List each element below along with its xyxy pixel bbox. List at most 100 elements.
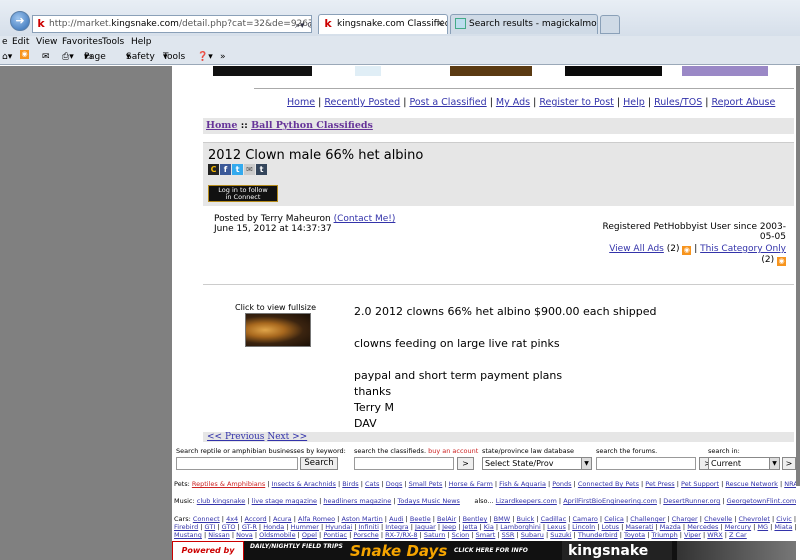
footer-link[interactable]: Pet Support [681, 480, 719, 488]
top-nav-link[interactable]: Help [623, 97, 645, 108]
menu-item-favorites[interactable]: Favorites [62, 36, 103, 49]
footer-link[interactable]: Mazda [660, 523, 681, 531]
footer-link[interactable]: GT-R [242, 523, 257, 531]
view-all-ads-link[interactable]: View All Ads [609, 244, 664, 254]
powered-by-badge[interactable]: Powered by [172, 541, 244, 560]
business-search-button[interactable]: Search [300, 457, 338, 470]
footer-link[interactable]: Acura [273, 515, 292, 523]
print-icon[interactable]: ⎙▾ [62, 50, 74, 65]
twitter-share-icon[interactable]: t [232, 164, 243, 175]
facebook-share-icon[interactable]: f [220, 164, 231, 175]
search-in-go-button[interactable]: > [782, 457, 796, 470]
footer-link[interactable]: Celica [604, 515, 624, 523]
footer-link[interactable]: Oldsmobile [259, 531, 295, 539]
footer-link[interactable]: Triumph [652, 531, 678, 539]
footer-link[interactable]: Cadillac [541, 515, 567, 523]
footer-link[interactable]: Mercury [725, 523, 751, 531]
footer-link[interactable]: Lexus [547, 523, 566, 531]
footer-link[interactable]: Toyota [624, 531, 645, 539]
tumblr-share-icon[interactable]: t [256, 164, 267, 175]
footer-link[interactable]: Rescue Network [725, 480, 778, 488]
footer-link[interactable]: Saturn [424, 531, 445, 539]
footer-link[interactable]: Kia [484, 523, 494, 531]
footer-link[interactable]: Mercedes [687, 523, 718, 531]
this-category-link[interactable]: This Category Only [700, 244, 786, 254]
classifieds-search-input[interactable] [354, 457, 454, 470]
field-trips-ad[interactable]: DAILY/NIGHTLY FIELD TRIPS [250, 541, 360, 560]
footer-link[interactable]: DesertRunner.org [663, 497, 720, 505]
footer-link[interactable]: Thunderbird [578, 531, 618, 539]
kingsnake-ad[interactable]: kingsnake [562, 541, 672, 560]
email-share-icon[interactable]: ✉ [244, 164, 255, 175]
click-here-ad[interactable]: CLICK HERE FOR INFO [454, 541, 554, 560]
connect-share-icon[interactable]: C [208, 164, 219, 175]
snake-photo-thumbnail[interactable] [245, 313, 311, 347]
contact-me-link[interactable]: (Contact Me!) [334, 214, 396, 224]
classifieds-go-button[interactable]: > [457, 457, 474, 470]
footer-link[interactable]: Nissan [208, 531, 230, 539]
footer-link[interactable]: Beetle [410, 515, 431, 523]
footer-link[interactable]: Viper [684, 531, 701, 539]
footer-link[interactable]: WRX [707, 531, 722, 539]
top-nav-link[interactable]: My Ads [496, 97, 530, 108]
search-dropdown-icon[interactable]: ⌕▾ [295, 21, 305, 31]
footer-link[interactable]: BMW [494, 515, 511, 523]
footer-link[interactable]: GTI [205, 523, 216, 531]
footer-link[interactable]: Lamborghini [500, 523, 541, 531]
sponsor-banner[interactable] [565, 66, 662, 76]
footer-link[interactable]: BelAir [437, 515, 456, 523]
previous-link[interactable]: << Previous [207, 432, 264, 442]
footer-link[interactable]: Maserati [625, 523, 653, 531]
state-select[interactable]: Select State/Prov ▼ [482, 457, 592, 470]
footer-link[interactable]: Ponds [552, 480, 571, 488]
footer-link[interactable]: Lotus [602, 523, 620, 531]
footer-link[interactable]: Honda [263, 523, 284, 531]
footer-link[interactable]: Lincoln [572, 523, 595, 531]
menu-item-tools[interactable]: Tools [102, 36, 124, 49]
new-tab-button[interactable] [600, 15, 620, 34]
top-nav-link[interactable]: Report Abuse [711, 97, 775, 108]
top-nav-link[interactable]: Home [287, 97, 315, 108]
footer-link[interactable]: Cats [365, 480, 379, 488]
footer-link[interactable]: Suzuki [550, 531, 571, 539]
top-nav-link[interactable]: Register to Post [539, 97, 614, 108]
sponsor-banner[interactable] [213, 66, 312, 76]
footer-link[interactable]: GTO [222, 523, 236, 531]
footer-link[interactable]: Smart [476, 531, 496, 539]
footer-link[interactable]: Scion [452, 531, 470, 539]
footer-link[interactable]: Chevelle [704, 515, 732, 523]
top-nav-link[interactable]: Rules/TOS [654, 97, 702, 108]
footer-link[interactable]: MG [757, 523, 768, 531]
forums-search-input[interactable] [596, 457, 696, 470]
footer-link[interactable]: Camaro [573, 515, 598, 523]
footer-link[interactable]: Firebird [174, 523, 198, 531]
footer-link[interactable]: Small Pets [409, 480, 443, 488]
refresh-icon[interactable]: ⟳ [307, 21, 311, 31]
home-icon[interactable]: ⌂▾ [2, 50, 12, 65]
footer-link[interactable]: SSR [502, 531, 515, 539]
help-icon[interactable]: ❓▾ [197, 50, 213, 65]
sponsor-banner[interactable] [355, 66, 381, 76]
tab-kingsnake-classifieds[interactable]: k kingsnake.com Classifieds: ... ✕ [318, 14, 448, 34]
next-link[interactable]: Next >> [267, 432, 307, 442]
close-tab-icon[interactable]: ✕ [436, 15, 444, 33]
buy-account-link[interactable]: buy an account [428, 447, 478, 455]
footer-link[interactable]: Bentley [463, 515, 488, 523]
menu-item-help[interactable]: Help [131, 36, 152, 49]
footer-link[interactable]: Fish & Aquaria [499, 480, 546, 488]
footer-link[interactable]: Connected By Pets [578, 480, 639, 488]
footer-link[interactable]: Jeep [442, 523, 456, 531]
footer-link[interactable]: Aston Martin [341, 515, 382, 523]
top-nav-link[interactable]: Recently Posted [324, 97, 400, 108]
business-search-input[interactable] [176, 457, 298, 470]
footer-link[interactable]: 4x4 [226, 515, 238, 523]
extra-toolbar-icon[interactable]: » [220, 50, 226, 65]
sponsor-banner[interactable] [682, 66, 768, 76]
footer-link[interactable]: Reptiles & Amphibians [192, 480, 265, 488]
footer-link[interactable]: Miata [774, 523, 792, 531]
rss-feed-icon[interactable]: ◉ [777, 257, 786, 266]
footer-link[interactable]: Hummer [291, 523, 319, 531]
command-safety[interactable]: Safety ▾ [126, 50, 155, 65]
footer-link[interactable]: Horse & Farm [449, 480, 493, 488]
footer-link[interactable]: headliners magazine [323, 497, 391, 505]
